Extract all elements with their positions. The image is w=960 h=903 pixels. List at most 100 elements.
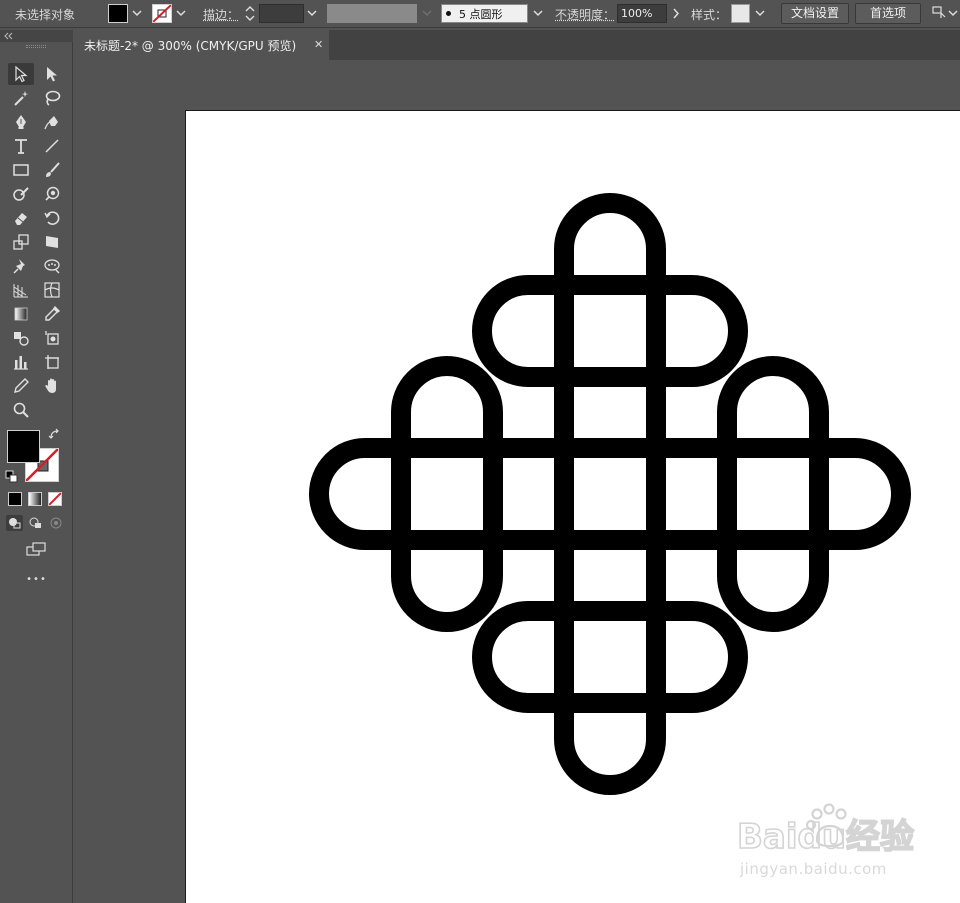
free-transform-tool[interactable] [39,231,65,253]
none-slash-icon [153,5,171,22]
chevron-down-icon[interactable] [174,5,188,22]
paintbrush-icon [43,161,61,179]
chevron-down-icon[interactable] [946,5,960,22]
style-label: 样式： [691,6,727,23]
selection-arrow-icon [12,65,30,83]
fill-color-box[interactable] [7,430,40,463]
zoom-tool[interactable] [8,399,34,421]
draw-inside-button[interactable] [48,515,65,531]
type-tool[interactable] [8,135,34,157]
symbol-sprayer-icon [43,257,61,275]
pushpin-icon [12,257,30,275]
eraser-icon [12,209,30,227]
shape-builder-tool[interactable] [39,183,65,205]
illustrator-window: 未选择对象 描边： 5 点圆形 不透明度： 100% 样式： 文档设置 首选项 … [0,0,960,903]
screen-mode-icon[interactable] [25,541,47,557]
curvature-tool[interactable] [39,111,65,133]
curvature-pen-icon [43,113,61,131]
color-mode-button[interactable] [8,492,22,506]
chevron-down-icon[interactable] [305,5,319,22]
control-bar: 未选择对象 描边： 5 点圆形 不透明度： 100% 样式： 文档设置 首选项 [0,0,960,28]
stroke-label[interactable]: 描边： [203,6,239,23]
puppet-warp-tool[interactable] [8,255,34,277]
default-fill-stroke-icon[interactable] [5,470,18,483]
none-slash-icon [49,493,61,505]
perspective-grid-icon [12,281,30,299]
magic-wand-tool[interactable] [8,87,34,109]
artboard[interactable] [185,110,960,903]
hand-tool[interactable] [39,375,65,397]
magic-wand-icon [12,89,30,107]
panel-grip[interactable] [26,45,46,48]
lasso-icon [43,89,61,107]
draw-behind-icon [27,515,44,531]
gradient-tool[interactable] [8,303,34,325]
draw-normal-icon [6,515,23,531]
tools-panel: ••• [0,30,73,903]
collapse-panel-icon[interactable] [4,32,14,40]
opacity-field[interactable]: 100% [617,4,667,23]
lasso-tool[interactable] [39,87,65,109]
stroke-swatch[interactable] [152,4,172,23]
rotate-icon [43,209,61,227]
watermark-brand: Baidu经验 [737,817,914,857]
chevron-down-icon[interactable] [753,5,767,22]
hand-icon [43,377,61,395]
eraser-tool[interactable] [8,207,34,229]
edit-toolbar-button[interactable]: ••• [0,574,73,585]
none-mode-button[interactable] [48,492,62,506]
rectangle-tool[interactable] [8,159,34,181]
eyedropper-tool[interactable] [39,303,65,325]
tools-panel-header[interactable] [0,30,73,42]
mesh-tool[interactable] [39,279,65,301]
close-icon[interactable]: ✕ [314,38,323,51]
scale-tool[interactable] [8,231,34,253]
direct-selection-tool[interactable] [39,63,65,85]
chevron-down-icon[interactable] [130,5,144,22]
line-tool[interactable] [39,135,65,157]
chevron-right-icon[interactable] [669,5,683,22]
perspective-grid-tool[interactable] [8,279,34,301]
graphic-style-swatch[interactable] [731,4,750,23]
stroke-weight-stepper[interactable] [243,4,257,23]
document-tab[interactable]: 未标题-2* @ 300% (CMYK/GPU 预览) ✕ [73,30,329,60]
chevron-down-icon[interactable] [531,5,545,22]
paintbrush-tool[interactable] [39,159,65,181]
gradient-mode-button[interactable] [28,492,42,506]
brush-definition[interactable]: 5 点圆形 [441,4,528,23]
direct-selection-arrow-icon [43,65,61,83]
gradient-icon [12,305,30,323]
symbol-sprayer-tool[interactable] [39,255,65,277]
canvas-area[interactable] [73,60,960,903]
scale-icon [12,233,30,251]
line-segment-icon [43,137,61,155]
rectangle-icon [12,161,30,179]
eyedropper-icon [43,305,61,323]
document-setup-button[interactable]: 文档设置 [781,3,849,24]
opacity-label[interactable]: 不透明度： [555,6,615,23]
pen-tool[interactable] [8,111,34,133]
rotate-tool[interactable] [39,207,65,229]
draw-behind-button[interactable] [27,515,44,531]
watermark-url: jingyan.baidu.com [740,860,887,878]
graph-tool[interactable] [8,351,34,373]
document-tab-bar: 未标题-2* @ 300% (CMYK/GPU 预览) ✕ [73,30,960,60]
shaper-tool[interactable] [8,183,34,205]
draw-normal-button[interactable] [6,515,23,531]
preferences-button[interactable]: 首选项 [855,3,921,24]
swap-fill-stroke-icon[interactable] [48,428,62,442]
chevron-down-icon[interactable] [420,5,434,22]
pencil-tool[interactable] [8,375,34,397]
selection-tool[interactable] [8,63,34,85]
stroke-weight-field[interactable] [259,4,304,23]
brush-value: 5 点圆形 [459,6,503,22]
artboard-tool[interactable] [39,351,65,373]
blend-tool[interactable] [8,327,34,349]
mesh-icon [43,281,61,299]
pencil-icon [12,377,30,395]
fill-swatch[interactable] [108,4,128,23]
document-tab-title: 未标题-2* @ 300% (CMYK/GPU 预览) [84,37,296,54]
live-paint-bucket-tool[interactable] [39,327,65,349]
artboard-icon [43,353,61,371]
variable-width-profile[interactable] [327,4,417,23]
